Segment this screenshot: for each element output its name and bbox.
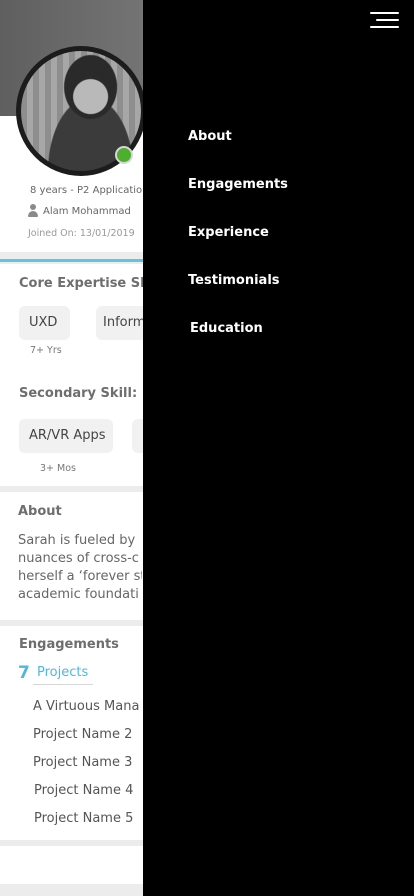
person-icon bbox=[28, 204, 38, 217]
secondary-skill-chip[interactable]: AR/VR Apps bbox=[19, 419, 113, 453]
nav-item-experience[interactable]: Experience bbox=[188, 225, 269, 240]
projects-count: 7 bbox=[18, 663, 30, 683]
project-item[interactable]: Project Name 3 bbox=[33, 755, 132, 770]
about-text: Sarah is fueled by nuances of cross-c he… bbox=[18, 532, 142, 604]
project-item[interactable]: Project Name 4 bbox=[34, 783, 133, 798]
about-line: academic foundati bbox=[18, 587, 139, 602]
project-item[interactable]: Project Name 2 bbox=[33, 727, 132, 742]
nav-item-about[interactable]: About bbox=[188, 129, 232, 144]
online-status-icon bbox=[115, 146, 133, 164]
tab-underline bbox=[33, 684, 93, 685]
about-line: herself a ‘forever st bbox=[18, 569, 142, 584]
experience-role: 8 years - P2 Application bbox=[30, 185, 149, 196]
project-item[interactable]: A Virtuous Mana bbox=[33, 699, 139, 714]
secondary-skill-duration: 3+ Mos bbox=[40, 463, 76, 474]
core-skill-chip[interactable]: UXD bbox=[19, 306, 70, 340]
joined-date: Joined On: 13/01/2019 bbox=[28, 228, 135, 239]
project-item[interactable]: Project Name 5 bbox=[34, 811, 133, 826]
engagements-title: Engagements bbox=[19, 637, 119, 652]
navigation-drawer: About Engagements Experience Testimonial… bbox=[143, 0, 414, 896]
about-line: nuances of cross-c bbox=[18, 551, 139, 566]
secondary-skills-title: Secondary Skill: bbox=[19, 386, 138, 401]
nav-item-engagements[interactable]: Engagements bbox=[188, 177, 288, 192]
tab-projects[interactable]: Projects bbox=[37, 665, 88, 680]
hamburger-menu-icon[interactable] bbox=[370, 11, 399, 29]
core-skills-title: Core Expertise Skil bbox=[19, 276, 158, 291]
nav-item-education[interactable]: Education bbox=[190, 321, 263, 336]
about-line: Sarah is fueled by bbox=[18, 533, 136, 548]
manager-name: Alam Mohammad bbox=[43, 206, 131, 217]
about-title: About bbox=[18, 504, 62, 519]
core-skill-duration: 7+ Yrs bbox=[30, 345, 62, 356]
nav-item-testimonials[interactable]: Testimonials bbox=[188, 273, 280, 288]
